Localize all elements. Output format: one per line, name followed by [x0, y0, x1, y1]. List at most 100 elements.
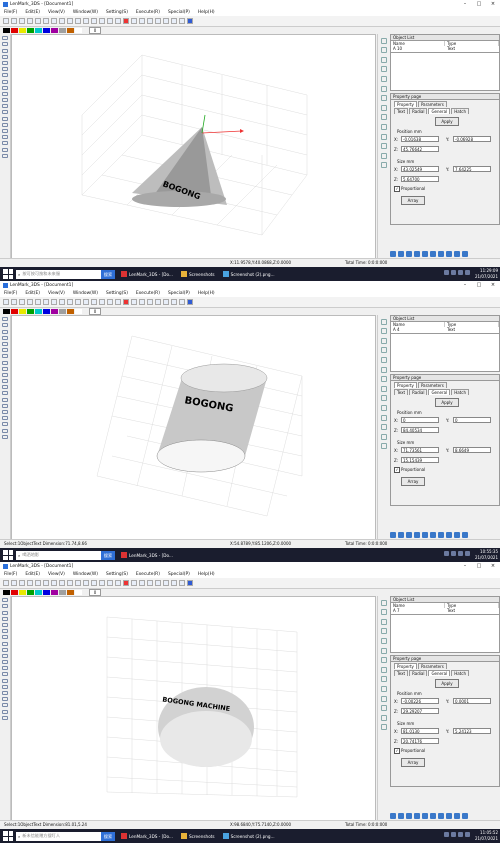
move-icon[interactable]	[107, 18, 113, 24]
tab-hatch[interactable]: Hatch	[451, 108, 469, 114]
tool-icon[interactable]	[406, 532, 412, 538]
redo-icon[interactable]	[67, 299, 73, 305]
search-box[interactable]: ⌕ 按可按可按和未来服	[16, 269, 101, 279]
circle-icon[interactable]	[2, 60, 8, 65]
tab-parameters[interactable]: Parameters	[417, 663, 447, 669]
menu-window[interactable]: Window(W)	[69, 291, 102, 296]
tab-radial[interactable]: Radial	[409, 389, 428, 395]
rect-icon[interactable]	[2, 354, 8, 359]
new-icon[interactable]	[3, 299, 9, 305]
new-icon[interactable]	[3, 580, 9, 586]
layer-down-icon[interactable]	[380, 385, 387, 392]
link-icon[interactable]	[380, 152, 387, 159]
menu-window[interactable]: Window(W)	[69, 10, 102, 15]
color-swatch[interactable]	[11, 590, 18, 595]
clock[interactable]: 11:29:09 21/07/2021	[475, 268, 498, 279]
color-swatch[interactable]	[35, 28, 42, 33]
list-item[interactable]: A 7 Text	[390, 608, 500, 615]
size-y-field[interactable]: 5.24123	[453, 728, 491, 734]
tab-parameters[interactable]: Parameters	[417, 382, 447, 388]
layer-field[interactable]: 0	[89, 27, 101, 34]
new-icon[interactable]	[3, 18, 9, 24]
color-swatch[interactable]	[27, 590, 34, 595]
pos-z-field[interactable]: 45.76642	[401, 146, 439, 152]
tool-icon[interactable]	[406, 251, 412, 257]
layer-down-icon[interactable]	[380, 666, 387, 673]
tray-icon[interactable]	[458, 270, 463, 275]
group-icon[interactable]	[380, 56, 387, 63]
output-icon[interactable]	[2, 410, 8, 414]
menu-special[interactable]: Special(P)	[164, 291, 194, 296]
array-button[interactable]: Array	[401, 758, 425, 767]
close-button[interactable]: ×	[486, 0, 500, 8]
open-icon[interactable]	[11, 299, 17, 305]
menu-execute[interactable]: Execute(R)	[132, 572, 164, 577]
save-icon[interactable]	[19, 18, 25, 24]
polyline-icon[interactable]	[2, 54, 8, 59]
array-button[interactable]: Array	[401, 477, 425, 486]
tab-property[interactable]: Property	[394, 101, 417, 107]
line-icon[interactable]	[2, 42, 8, 47]
task-screenshots[interactable]: Screenshots	[179, 269, 217, 279]
copy-icon[interactable]	[43, 299, 49, 305]
tool-icon[interactable]	[446, 251, 452, 257]
tray-icon[interactable]	[451, 551, 456, 556]
tab-hatch[interactable]: Hatch	[451, 389, 469, 395]
view-front-icon[interactable]	[131, 18, 137, 24]
s-icon[interactable]	[390, 532, 396, 538]
mirror-icon[interactable]	[380, 609, 387, 616]
pos-z-field[interactable]: 29.29207	[401, 708, 439, 714]
tab-radial[interactable]: Radial	[409, 670, 428, 676]
polygon-icon[interactable]	[2, 360, 8, 365]
view-top-icon[interactable]	[139, 18, 145, 24]
apply-button[interactable]: Apply	[435, 679, 459, 688]
s-icon[interactable]	[390, 813, 396, 819]
layer-down-icon[interactable]	[380, 104, 387, 111]
apply-button[interactable]: Apply	[435, 117, 459, 126]
split-icon[interactable]	[380, 647, 387, 654]
pos-x-field[interactable]: -0.00226	[401, 698, 439, 704]
tool-icon[interactable]	[462, 813, 468, 819]
zoom-all-icon[interactable]	[91, 18, 97, 24]
windows-start-icon[interactable]	[3, 269, 13, 279]
mark-icon[interactable]	[123, 299, 129, 305]
task-screenshots[interactable]: Screenshots	[179, 831, 217, 841]
paste-icon[interactable]	[51, 18, 57, 24]
node-icon[interactable]	[2, 147, 8, 152]
image-icon[interactable]	[2, 660, 8, 665]
tray-icon[interactable]	[444, 832, 449, 837]
apply-button[interactable]: Apply	[435, 398, 459, 407]
input-icon[interactable]	[2, 403, 8, 408]
open-icon[interactable]	[11, 580, 17, 586]
vector-icon[interactable]	[2, 666, 8, 671]
3d-viewport[interactable]: BOGONG	[11, 315, 376, 540]
measure-icon[interactable]	[2, 153, 8, 158]
layer-up-icon[interactable]	[380, 657, 387, 664]
image-icon[interactable]	[2, 98, 8, 103]
zoom-all-icon[interactable]	[91, 580, 97, 586]
zoom-out-icon[interactable]	[83, 299, 89, 305]
layer-field[interactable]: 0	[89, 308, 101, 315]
polygon-icon[interactable]	[2, 641, 8, 646]
cut-icon[interactable]	[35, 18, 41, 24]
color-swatch[interactable]	[51, 590, 58, 595]
size-x-field[interactable]: 43.02549	[401, 166, 439, 172]
list-item[interactable]: A 4 Text	[390, 327, 500, 334]
menu-file[interactable]: File(F)	[0, 572, 21, 577]
open-icon[interactable]	[11, 18, 17, 24]
search-button[interactable]: 搜索	[101, 269, 115, 279]
mirror-icon[interactable]	[380, 47, 387, 54]
color-swatch[interactable]	[19, 28, 26, 33]
layer-field[interactable]: 0	[89, 589, 101, 596]
polygon-icon[interactable]	[2, 79, 8, 84]
redo-icon[interactable]	[67, 580, 73, 586]
wrap-icon[interactable]	[380, 443, 387, 450]
tab-hatch[interactable]: Hatch	[451, 670, 469, 676]
windows-start-icon[interactable]	[3, 550, 13, 560]
grid-icon[interactable]	[115, 299, 121, 305]
light-icon[interactable]	[163, 18, 169, 24]
pos-y-field[interactable]: 0	[453, 417, 491, 423]
tray-icon[interactable]	[458, 551, 463, 556]
tool-icon[interactable]	[438, 251, 444, 257]
color-swatch[interactable]	[75, 28, 82, 33]
